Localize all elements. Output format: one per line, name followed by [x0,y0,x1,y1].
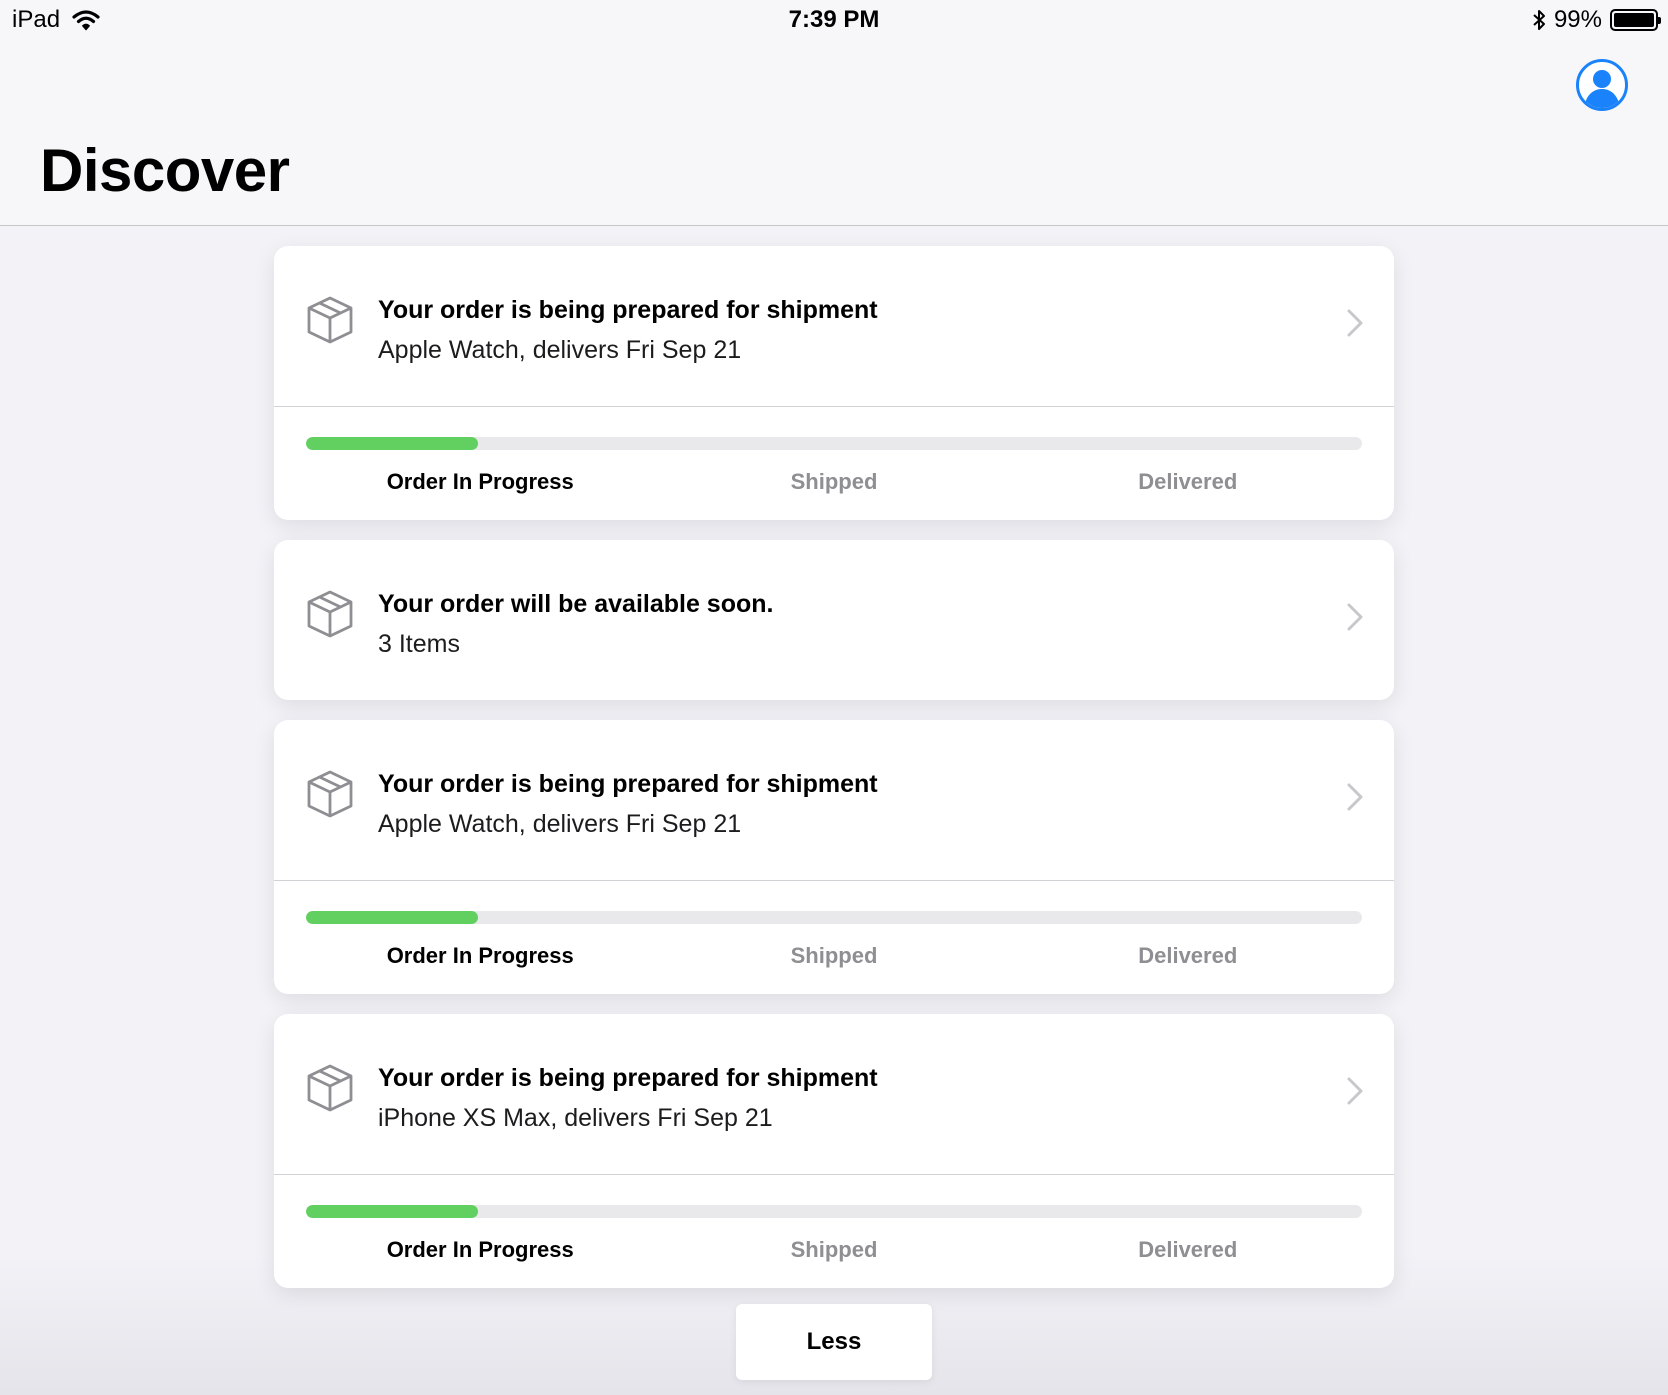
chevron-right-icon[interactable] [1346,782,1364,812]
order-progress: Order In Progress Shipped Delivered [274,407,1394,520]
progress-track [306,437,1362,450]
status-bar: iPad 7:39 PM 99% [0,0,1668,44]
order-card-header[interactable]: Your order will be available soon. 3 Ite… [274,540,1394,700]
progress-bar [306,437,479,450]
page-title: Discover [40,137,290,204]
order-card: Your order is being prepared for shipmen… [274,246,1394,520]
battery-percent: 99% [1553,6,1602,33]
less-button[interactable]: Less [736,1304,932,1380]
progress-track [306,1205,1362,1218]
order-details: iPhone XS Max, delivers Fri Sep 21 [378,1104,773,1132]
step-delivered: Delivered [1138,469,1238,494]
package-box-icon [307,770,353,818]
package-box-icon [307,296,353,344]
person-circle-icon [1584,70,1620,108]
step-delivered: Delivered [1138,943,1238,968]
package-box-icon [307,590,353,638]
order-status-title: Your order will be available soon. [378,590,774,618]
progress-bar [306,911,479,924]
order-details: Apple Watch, delivers Fri Sep 21 [378,336,742,364]
order-card-header[interactable]: Your order is being prepared for shipmen… [274,720,1394,880]
step-shipped: Shipped [790,943,878,968]
battery-icon [1610,9,1661,31]
step-shipped: Shipped [790,1237,878,1262]
order-card-header[interactable]: Your order is being prepared for shipmen… [274,1014,1394,1174]
order-card: Your order is being prepared for shipmen… [274,720,1394,994]
status-time: 7:39 PM [788,6,880,33]
order-card-header[interactable]: Your order is being prepared for shipmen… [274,246,1394,406]
progress-bar [306,1205,479,1218]
order-card: Your order will be available soon. 3 Ite… [274,540,1394,700]
order-details: 3 Items [378,630,460,658]
bluetooth-icon [1533,10,1545,30]
order-details: Apple Watch, delivers Fri Sep 21 [378,810,742,838]
step-order-in-progress: Order In Progress [386,469,574,494]
order-progress: Order In Progress Shipped Delivered [274,881,1394,994]
step-order-in-progress: Order In Progress [386,943,574,968]
order-progress: Order In Progress Shipped Delivered [274,1175,1394,1288]
order-card: Your order is being prepared for shipmen… [274,1014,1394,1288]
progress-track [306,911,1362,924]
order-status-title: Your order is being prepared for shipmen… [378,770,878,798]
order-status-title: Your order is being prepared for shipmen… [378,296,878,324]
chevron-right-icon[interactable] [1346,602,1364,632]
account-button[interactable] [1576,59,1628,111]
package-box-icon [307,1064,353,1112]
discover-content: Your order is being prepared for shipmen… [0,226,1668,1395]
step-shipped: Shipped [790,469,878,494]
order-status-title: Your order is being prepared for shipmen… [378,1064,878,1092]
chevron-right-icon[interactable] [1346,308,1364,338]
step-delivered: Delivered [1138,1237,1238,1262]
step-order-in-progress: Order In Progress [386,1237,574,1262]
chevron-right-icon[interactable] [1346,1076,1364,1106]
